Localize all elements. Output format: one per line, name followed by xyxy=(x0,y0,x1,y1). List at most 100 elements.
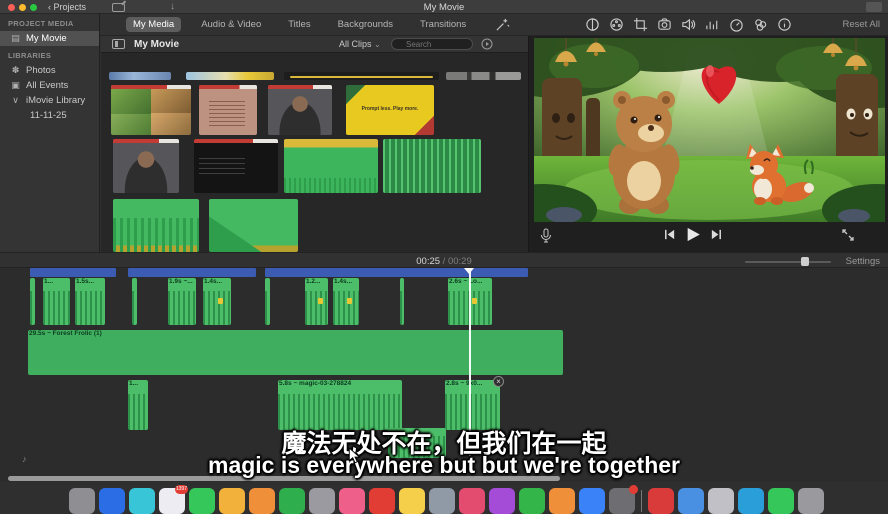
timeline-clip[interactable]: 1.4s... xyxy=(203,278,231,325)
sidebar-item-11-11-25[interactable]: 11-11-25 xyxy=(0,108,99,123)
voiceover-mic-icon[interactable] xyxy=(539,228,553,244)
sidebar-item-my-movie[interactable]: ▤My Movie xyxy=(0,31,99,46)
sidebar-item-imovie-library[interactable]: ∨iMovie Library xyxy=(0,93,99,108)
dock-icon[interactable] xyxy=(399,488,425,514)
dock-icon[interactable] xyxy=(768,488,794,514)
volume-icon[interactable] xyxy=(681,17,696,32)
dock-icon[interactable] xyxy=(459,488,485,514)
timeline-clip[interactable]: 1.2... xyxy=(305,278,328,325)
sidebar-item-photos[interactable]: ✽Photos xyxy=(0,63,99,78)
media-thumbnail-document[interactable] xyxy=(199,85,257,135)
dock-icon[interactable] xyxy=(609,488,635,514)
enhance-wand-icon[interactable] xyxy=(495,17,510,32)
chevron-icon: ∨ xyxy=(10,95,21,106)
timeline-clip[interactable]: 1.4s... xyxy=(333,278,359,325)
dock-icon[interactable] xyxy=(798,488,824,514)
skip-back-button[interactable] xyxy=(663,228,676,241)
dock-icon[interactable] xyxy=(549,488,575,514)
media-thumbnail-strip-blue[interactable] xyxy=(109,72,171,80)
dock-icon[interactable] xyxy=(309,488,335,514)
media-thumbnail-photo-grid[interactable] xyxy=(111,85,191,135)
clip-effect-badge xyxy=(318,298,323,304)
timeline-title-bar[interactable] xyxy=(128,268,256,277)
timeline-clip[interactable]: 5.8s ~ magic-03-278824 xyxy=(278,380,402,430)
color-balance-icon[interactable] xyxy=(585,17,600,32)
dock-icon[interactable] xyxy=(129,488,155,514)
color-correction-icon[interactable] xyxy=(609,17,624,32)
timeline-clip[interactable]: 29.5s ~ Forest Frolic (1) xyxy=(28,330,563,375)
media-thumbnail-strip-bluegold[interactable] xyxy=(186,72,274,80)
timeline-clip[interactable] xyxy=(132,278,137,325)
tab-titles[interactable]: Titles xyxy=(281,17,317,32)
fullscreen-icon[interactable] xyxy=(841,228,855,242)
dock-icon[interactable] xyxy=(519,488,545,514)
media-tabs: My Media Audio & Video Titles Backgrounds Tr… xyxy=(126,17,473,32)
dock-icon[interactable] xyxy=(489,488,515,514)
timeline-clip[interactable]: 1.9s ~... xyxy=(168,278,196,325)
dock-icon[interactable] xyxy=(279,488,305,514)
media-thumbnail-person[interactable] xyxy=(268,85,332,135)
timeline-clip[interactable]: 1... xyxy=(43,278,70,325)
skip-forward-button[interactable] xyxy=(710,228,723,241)
source-menu-icon[interactable] xyxy=(481,38,493,50)
search-input[interactable] xyxy=(391,38,473,50)
media-thumbnail-wave-spiky[interactable] xyxy=(383,139,481,193)
sidebar-item-all-events[interactable]: ▣All Events xyxy=(0,78,99,93)
events-icon: ▣ xyxy=(10,80,21,91)
dock-icon[interactable] xyxy=(189,488,215,514)
dock-icon[interactable] xyxy=(708,488,734,514)
timeline-clip[interactable] xyxy=(400,278,404,325)
effects-icon[interactable] xyxy=(753,17,768,32)
dock-icon[interactable] xyxy=(369,488,395,514)
speed-icon[interactable] xyxy=(729,17,744,32)
browser-header: My Movie All Clips ⌄ xyxy=(101,36,528,53)
media-thumbnail-strip-gray[interactable] xyxy=(446,72,521,80)
sidebar-toggle-icon[interactable] xyxy=(112,39,125,49)
media-thumbnail-slide-yellow[interactable]: Prompt less. Play more. xyxy=(346,85,434,135)
dock-icon[interactable] xyxy=(429,488,455,514)
media-thumbnail-wave-goldtop[interactable] xyxy=(284,139,378,193)
timeline-clip[interactable] xyxy=(265,278,270,325)
dock-icon[interactable] xyxy=(219,488,245,514)
dock-icon[interactable] xyxy=(339,488,365,514)
all-clips-filter[interactable]: All Clips ⌄ xyxy=(339,39,381,49)
timeline-clip[interactable] xyxy=(30,278,35,325)
timeline-clip[interactable]: 1... xyxy=(128,380,148,430)
dock-icon[interactable] xyxy=(99,488,125,514)
timeline-title-bar[interactable] xyxy=(30,268,116,277)
dock-icon[interactable] xyxy=(579,488,605,514)
dock-icon[interactable]: 1397 xyxy=(159,488,185,514)
tab-my-media[interactable]: My Media xyxy=(126,17,181,32)
media-thumbnail-code-dark[interactable] xyxy=(194,139,278,193)
media-thumbnail-wave-hills[interactable] xyxy=(113,199,199,252)
timeline-clip[interactable]: 2.8s ~ 9x0...× xyxy=(445,380,500,430)
tab-strip: My Media Audio & Video Titles Backgrounds Tr… xyxy=(0,14,888,36)
media-thumbnail-person[interactable] xyxy=(113,139,179,193)
tab-transitions[interactable]: Transitions xyxy=(413,17,473,32)
crop-icon[interactable] xyxy=(633,17,648,32)
tab-audio-video[interactable]: Audio & Video xyxy=(194,17,268,32)
titlebar-widget[interactable] xyxy=(866,2,882,12)
remove-clip-button[interactable]: × xyxy=(493,376,504,387)
playhead-handle[interactable] xyxy=(464,268,474,274)
media-thumbnail-strip-wave[interactable] xyxy=(284,72,439,80)
timeline-clip[interactable]: 1.5s... xyxy=(75,278,105,325)
dock-icon[interactable] xyxy=(738,488,764,514)
timeline-settings-button[interactable]: Settings xyxy=(846,256,880,267)
media-thumbnail-grid: Prompt less. Play more. xyxy=(101,53,528,252)
timeline-zoom-thumb[interactable] xyxy=(801,257,809,266)
timeline-zoom-slider[interactable] xyxy=(745,261,831,263)
tab-backgrounds[interactable]: Backgrounds xyxy=(331,17,400,32)
play-button[interactable] xyxy=(684,226,701,243)
media-thumbnail-wave-decay[interactable] xyxy=(209,199,298,252)
timeline-toolbar: 00:25 / 00:29 Settings xyxy=(0,252,888,268)
dock-icon[interactable] xyxy=(648,488,674,514)
stabilization-icon[interactable] xyxy=(657,17,672,32)
timeline-title-bar[interactable] xyxy=(265,268,528,277)
dock-icon[interactable] xyxy=(69,488,95,514)
dock-icon[interactable] xyxy=(678,488,704,514)
noise-reduction-icon[interactable] xyxy=(705,17,720,32)
dock-icon[interactable] xyxy=(249,488,275,514)
clip-info-icon[interactable] xyxy=(777,17,792,32)
reset-all-button[interactable]: Reset All xyxy=(843,19,881,30)
